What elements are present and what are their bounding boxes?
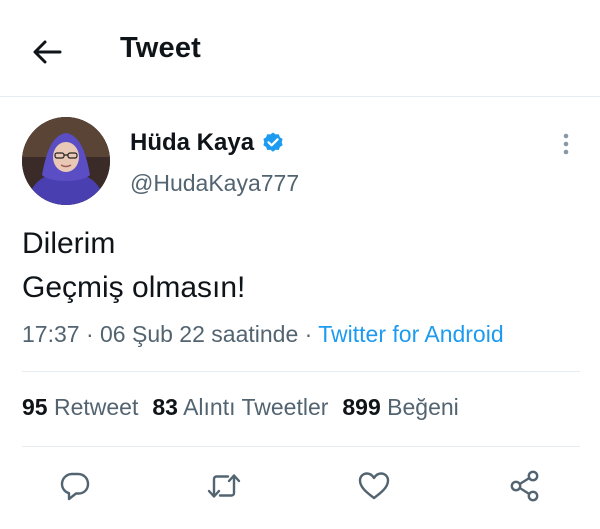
- tweet-time[interactable]: 17:37: [22, 321, 80, 347]
- author-handle[interactable]: @HudaKaya777: [130, 170, 299, 197]
- reply-button[interactable]: [55, 466, 95, 506]
- tweet-source-link[interactable]: Twitter for Android: [318, 321, 503, 347]
- quote-count[interactable]: 83 Alıntı Tweetler: [152, 394, 328, 421]
- share-icon: [510, 470, 539, 502]
- tweet-timestamp-line: 17:37 · 06 Şub 22 saatinde · Twitter for…: [22, 321, 504, 348]
- author-name-text: Hüda Kaya: [130, 129, 255, 156]
- retweet-icon: [207, 474, 241, 498]
- tweet-date[interactable]: 06 Şub 22 saatinde: [100, 321, 298, 347]
- retweet-count-value: 95: [22, 394, 48, 420]
- more-options-button[interactable]: [552, 130, 580, 158]
- tweet-text-line: Dilerim: [22, 227, 116, 260]
- arrow-left-icon: [33, 40, 62, 64]
- divider: [22, 446, 580, 447]
- page-title: Tweet: [120, 32, 202, 64]
- meta-separator: ·: [304, 321, 319, 347]
- quote-count-value: 83: [152, 394, 178, 420]
- retweet-count[interactable]: 95 Retweet: [22, 394, 138, 421]
- retweet-count-label: Retweet: [53, 394, 139, 420]
- avatar[interactable]: [22, 117, 110, 205]
- author-name[interactable]: Hüda Kaya: [130, 129, 285, 157]
- tweet-text: Dilerim Geçmiş olmasın!: [22, 222, 245, 310]
- back-button[interactable]: [28, 35, 66, 69]
- share-button[interactable]: [505, 466, 545, 506]
- retweet-button[interactable]: [204, 466, 244, 506]
- profile-photo: [22, 117, 110, 205]
- tweet-action-bar: [0, 466, 600, 506]
- tweet-stats: 95 Retweet 83 Alıntı Tweetler 899 Beğeni: [22, 394, 473, 421]
- heart-icon: [358, 472, 390, 500]
- like-count-label: Beğeni: [387, 394, 459, 420]
- quote-count-label: Alıntı Tweetler: [183, 394, 329, 420]
- like-button[interactable]: [354, 466, 394, 506]
- verified-badge-icon: [261, 131, 285, 155]
- reply-icon: [60, 472, 90, 501]
- like-count-value: 899: [342, 394, 381, 420]
- meta-separator: ·: [85, 321, 101, 347]
- more-vertical-icon: [563, 133, 569, 155]
- like-count[interactable]: 899 Beğeni: [342, 394, 458, 421]
- tweet-text-line: Geçmiş olmasın!: [22, 271, 246, 304]
- divider: [22, 371, 580, 372]
- top-app-bar: Tweet: [0, 0, 600, 97]
